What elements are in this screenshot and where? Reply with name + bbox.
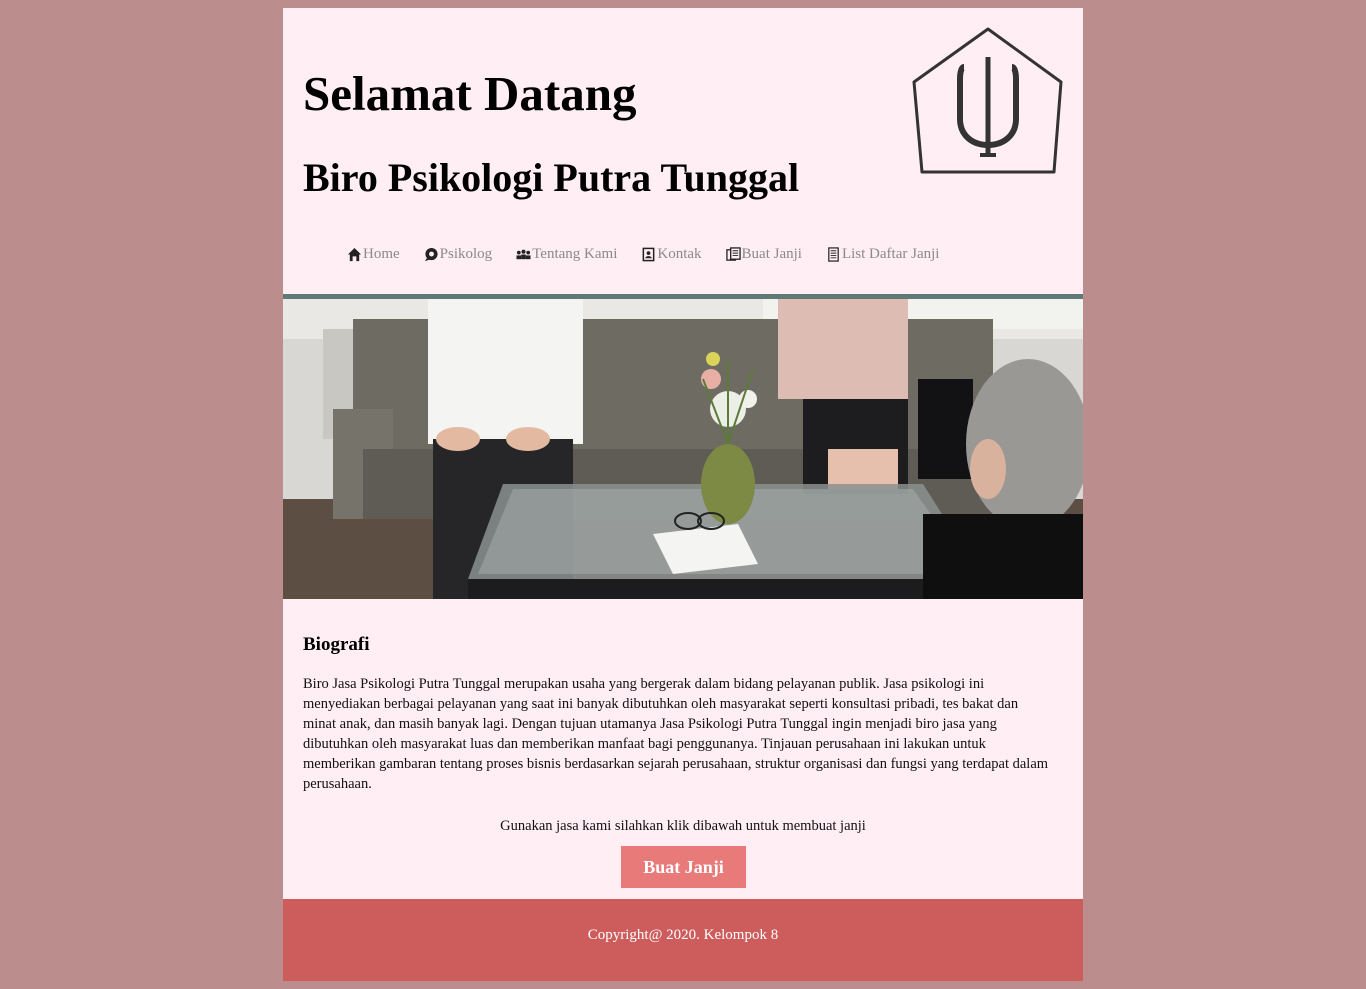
chat-icon: [424, 247, 439, 262]
psi-logo: [912, 27, 1063, 174]
nav-item-label: Buat Janji: [741, 246, 802, 262]
document-list-icon: [826, 247, 841, 262]
nav-item-home[interactable]: Home: [347, 246, 400, 263]
footer: Copyright@ 2020. Kelompok 8: [283, 899, 1083, 981]
nav-item-label: Psikolog: [439, 246, 493, 262]
documents-icon: [725, 247, 741, 262]
nav-item-list-daftar-janji[interactable]: List Daftar Janji: [826, 246, 939, 263]
buat-janji-button[interactable]: Buat Janji: [621, 846, 746, 888]
nav-item-label: List Daftar Janji: [841, 246, 940, 262]
nav-item-buat-janji[interactable]: Buat Janji: [725, 246, 802, 263]
nav-item-tentang-kami[interactable]: Tentang Kami: [516, 246, 617, 263]
biography-title: Biografi: [303, 634, 370, 655]
nav-item-label: Kontak: [657, 246, 702, 262]
nav-item-label: Home: [363, 246, 400, 262]
home-icon: [347, 247, 362, 262]
contact-card-icon: [641, 247, 656, 262]
nav-item-label: Tentang Kami: [532, 246, 618, 262]
main-navigation: Home Psikolog Tentang Kami Kontak Buat J…: [347, 246, 963, 263]
biography-text: Biro Jasa Psikologi Putra Tunggal merupa…: [303, 676, 1049, 792]
header: Selamat Datang Biro Psikologi Putra Tung…: [283, 8, 1083, 294]
cta-text: Gunakan jasa kami silahkan klik dibawah …: [500, 818, 866, 834]
nav-item-psikolog[interactable]: Psikolog: [424, 246, 493, 263]
copyright-text: Copyright@ 2020. Kelompok 8: [587, 927, 779, 943]
users-icon: [516, 247, 531, 262]
bureau-name-heading: Biro Psikologi Putra Tunggal: [303, 155, 800, 200]
page-container: Selamat Datang Biro Psikologi Putra Tung…: [283, 8, 1083, 981]
hero-image: [283, 299, 1083, 599]
nav-item-kontak[interactable]: Kontak: [641, 246, 702, 263]
biography-section: Biografi Biro Jasa Psikologi Putra Tungg…: [303, 634, 1053, 794]
welcome-heading: Selamat Datang: [303, 66, 637, 121]
